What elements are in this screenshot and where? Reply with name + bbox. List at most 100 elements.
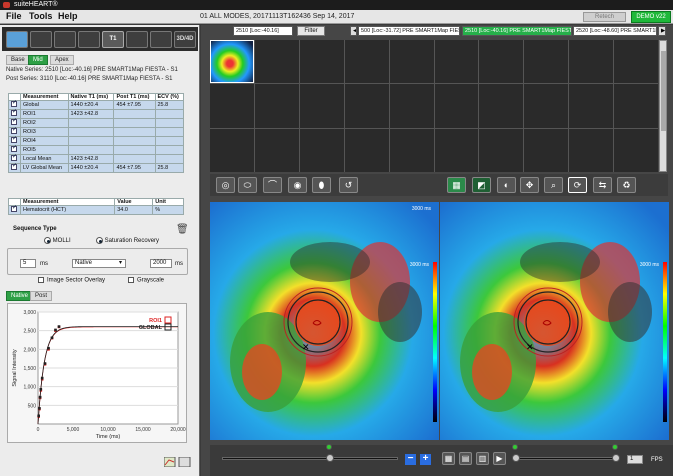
table-row[interactable]: LV Global Mean1440 ±20.4454 ±7.9525.8	[8, 162, 184, 173]
grayscale-checkbox[interactable]: Grayscale	[128, 277, 164, 284]
thumbnail-slot[interactable]	[569, 40, 614, 84]
zoom-icon[interactable]: ⌕	[544, 177, 563, 193]
thumbnail-slot[interactable]	[614, 84, 658, 128]
thumbnail-slot[interactable]	[479, 84, 524, 128]
table-row[interactable]: ROI5	[8, 144, 184, 155]
row-checkbox[interactable]	[11, 135, 17, 143]
thumbnail-slot[interactable]	[434, 40, 479, 84]
flow-icon[interactable]	[54, 31, 76, 48]
native-post-select[interactable]: Native	[72, 259, 126, 268]
thumbnail-slot[interactable]	[299, 128, 344, 172]
tab-native[interactable]: Native	[6, 291, 34, 301]
t1-mode-tab[interactable]: T1	[102, 31, 124, 48]
thumbnail-active[interactable]	[210, 40, 254, 84]
film-icon[interactable]: ▥	[476, 452, 489, 465]
chevron-right-icon[interactable]: ▶	[658, 26, 666, 36]
phase-slider-knob-end[interactable]	[612, 454, 620, 462]
point-roi-icon[interactable]: ◉	[288, 177, 307, 193]
thumbnail-slot[interactable]	[524, 40, 569, 84]
thumbnail-slot[interactable]	[389, 84, 434, 128]
molli-radio[interactable]: MOLLI	[44, 237, 71, 244]
endo-contour-icon[interactable]: ◎	[216, 177, 235, 193]
row-checkbox[interactable]	[11, 162, 17, 170]
palette-icon[interactable]	[6, 31, 28, 48]
thumbnail-slot[interactable]	[479, 128, 524, 172]
phase-slider[interactable]	[513, 457, 618, 460]
thumbnail-slot[interactable]	[299, 84, 344, 128]
series-nav-prev[interactable]: 500 [Loc:-31.72] PRE SMART1Map FIESTA	[358, 26, 460, 36]
thumbnail-slot[interactable]	[254, 40, 299, 84]
row-checkbox[interactable]	[11, 126, 17, 134]
thumbnail-slot[interactable]	[254, 128, 299, 172]
table-row[interactable]: ROI3	[8, 126, 184, 137]
thumbnail-slot[interactable]	[614, 128, 658, 172]
delay-max-field[interactable]: 2000	[150, 259, 172, 268]
thumbnail-slot[interactable]	[389, 128, 434, 172]
menu-file[interactable]: File	[6, 11, 22, 21]
thumbnail-slot[interactable]	[344, 40, 389, 84]
demo-button[interactable]: DEMO v22	[631, 11, 671, 23]
row-checkbox[interactable]	[11, 108, 17, 116]
contrast-icon[interactable]: ◐	[497, 177, 516, 193]
chart-toggle-icon[interactable]	[163, 456, 192, 469]
thumbnail-slot[interactable]	[524, 128, 569, 172]
undo-icon[interactable]: ↺	[339, 177, 358, 193]
tab-mid[interactable]: Mid	[28, 55, 48, 65]
thumbnail-scrollbar[interactable]	[659, 40, 667, 172]
roi-tool-icon[interactable]: ⌒	[263, 177, 282, 193]
slice-slider-knob[interactable]	[326, 454, 334, 462]
tissue-icon[interactable]	[150, 31, 172, 48]
scrollbar-thumb[interactable]	[661, 51, 666, 131]
native-t1-viewer[interactable]: ✕ 3000 ms 3000 ms	[210, 202, 439, 440]
ellipse-roi-icon[interactable]: ⬮	[312, 177, 331, 193]
table-row[interactable]: Global1440 ±20.4454 ±7.9525.8	[8, 99, 184, 110]
grid-icon[interactable]: ▦	[442, 452, 455, 465]
thumbnail-slot[interactable]	[389, 40, 434, 84]
tab-apex[interactable]: Apex	[50, 55, 74, 65]
chevron-left-icon[interactable]: ◀	[350, 26, 357, 36]
series-dropdown[interactable]: 2510 [Loc:-40.16]	[233, 26, 293, 36]
retech-button[interactable]: Retech	[583, 12, 626, 22]
table-row[interactable]: ROI11423 ±42.8	[8, 108, 184, 119]
reset-icon[interactable]: ♻	[617, 177, 636, 193]
row-checkbox[interactable]	[11, 117, 17, 125]
thumbnail-slot[interactable]	[254, 84, 299, 128]
thumbnail-slot[interactable]	[299, 40, 344, 84]
epi-contour-icon[interactable]: ⬭	[238, 177, 257, 193]
post-t1-viewer[interactable]: ✕ 3000 ms	[440, 202, 669, 440]
thumbnail-slot[interactable]	[344, 84, 389, 128]
table-row[interactable]: Local Mean1423 ±42.8	[8, 153, 184, 164]
zoom-in-button[interactable]: +	[420, 454, 431, 465]
table-row[interactable]: ROI2	[8, 117, 184, 128]
tab-base[interactable]: Base	[6, 55, 30, 65]
function-icon[interactable]	[30, 31, 52, 48]
row-checkbox[interactable]	[11, 144, 17, 152]
layout-icon[interactable]: ▦	[447, 177, 466, 193]
3d-4d-tab[interactable]: 3D/4D	[174, 31, 196, 48]
row-checkbox[interactable]	[11, 99, 17, 107]
thumbnail-slot[interactable]	[614, 40, 658, 84]
rotate-icon[interactable]: ⟳	[568, 177, 587, 193]
saturation-recovery-radio[interactable]: Saturation Recovery	[96, 237, 159, 244]
thumbnail-slot[interactable]	[434, 128, 479, 172]
filter-button[interactable]: Filter	[297, 26, 325, 36]
delay-min-field[interactable]: 5	[20, 259, 36, 268]
menu-help[interactable]: Help	[58, 11, 78, 21]
circle-icon[interactable]	[126, 31, 148, 48]
thumbnail-slot[interactable]	[569, 84, 614, 128]
image-icon[interactable]: ▤	[459, 452, 472, 465]
thumbnail-slot[interactable]	[524, 84, 569, 128]
fps-select[interactable]: 1	[627, 455, 643, 464]
thumbnail-slot[interactable]	[479, 40, 524, 84]
menu-tools[interactable]: Tools	[29, 11, 52, 21]
phase-slider-knob[interactable]	[512, 454, 520, 462]
thumbnail-slot[interactable]	[344, 128, 389, 172]
tab-post[interactable]: Post	[30, 291, 53, 301]
image-sector-overlay-checkbox[interactable]: Image Sector Overlay	[38, 277, 105, 284]
curve-icon[interactable]	[78, 31, 100, 48]
map-overlay-icon[interactable]: ◩	[472, 177, 491, 193]
zoom-out-button[interactable]: −	[405, 454, 416, 465]
row-checkbox[interactable]	[11, 204, 17, 212]
thumbnail-slot[interactable]	[569, 128, 614, 172]
thumbnail-slot[interactable]	[434, 84, 479, 128]
